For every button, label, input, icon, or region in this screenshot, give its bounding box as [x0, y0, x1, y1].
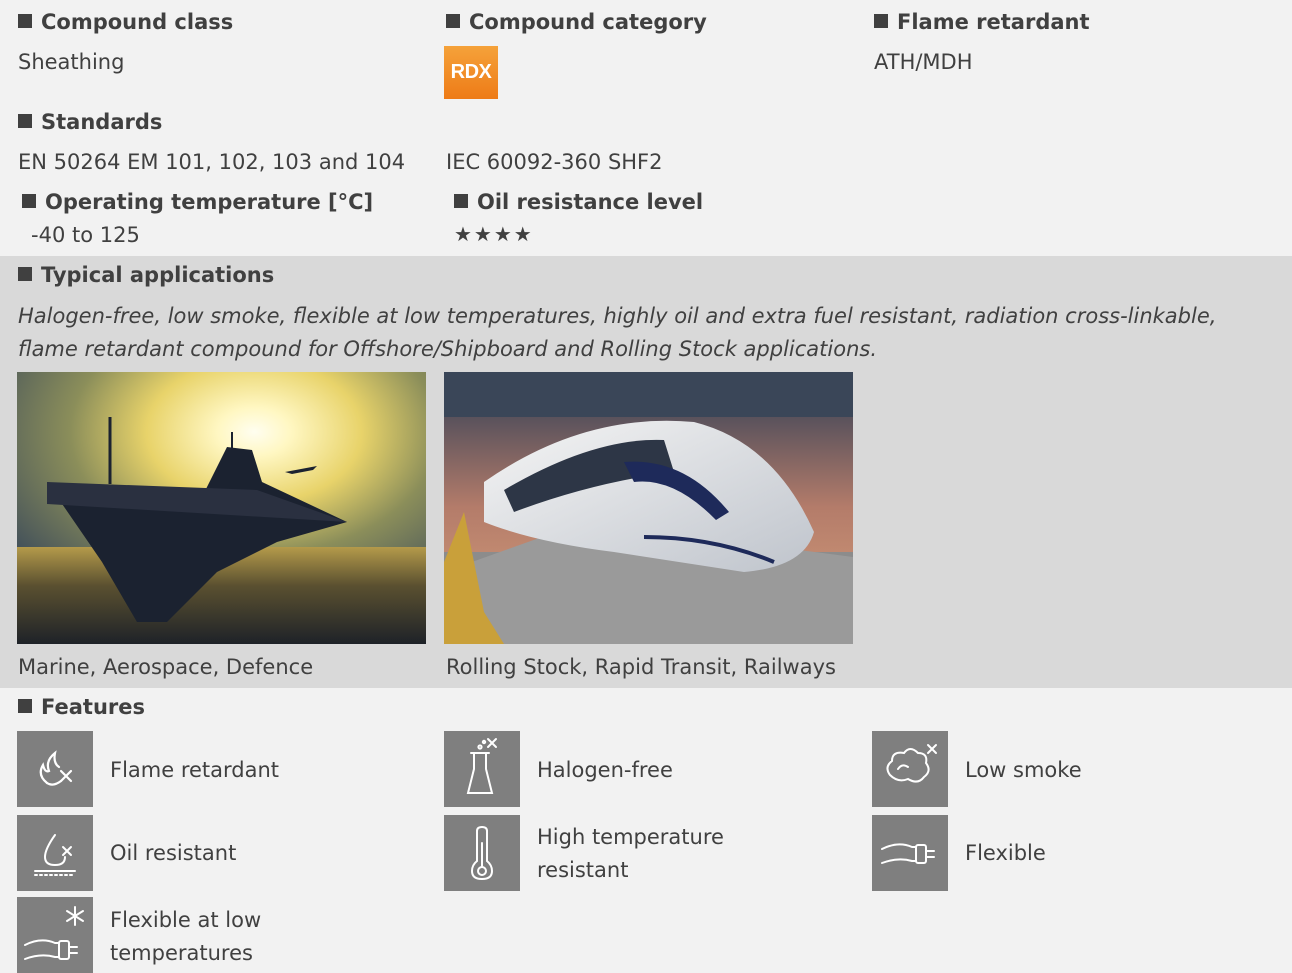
typical-applications-section: Typical applications Halogen-free, low s…	[0, 256, 1292, 688]
feature-label-flexible: Flexible	[965, 841, 1046, 865]
compound-category-heading: Compound category	[446, 10, 707, 34]
bullet-square-icon	[18, 699, 32, 713]
oil-resistance-label: Oil resistance level	[477, 190, 704, 214]
compound-class-value: Sheathing	[18, 50, 125, 74]
compound-class-label: Compound class	[41, 10, 234, 34]
description-line: Halogen-free, low smoke, flexible at low…	[18, 304, 1217, 328]
feature-label-line: resistant	[537, 858, 629, 882]
flame-retardant-icon	[17, 731, 93, 807]
flame-retardant-heading: Flame retardant	[874, 10, 1090, 34]
feature-label-flame-retardant: Flame retardant	[110, 758, 280, 782]
snowflake-cable-icon	[17, 897, 93, 973]
feature-label-line: High temperature	[537, 825, 724, 849]
feature-label-oil-resistant: Oil resistant	[110, 841, 237, 865]
flame-retardant-label: Flame retardant	[897, 10, 1090, 34]
photo-caption: Rolling Stock, Rapid Transit, Railways	[446, 655, 836, 679]
thermometer-icon	[444, 815, 520, 891]
operating-temperature-heading: Operating temperature [°C]	[22, 190, 373, 214]
feature-label-line: temperatures	[110, 941, 253, 965]
feature-label-line: Flexible at low	[110, 908, 262, 932]
bullet-square-icon	[446, 14, 460, 28]
warship-sunset-photo	[17, 372, 426, 644]
standard-item: IEC 60092-360 SHF2	[446, 150, 663, 174]
standards-heading: Standards	[18, 110, 162, 134]
flame-retardant-value: ATH/MDH	[874, 50, 973, 74]
standards-label: Standards	[41, 110, 163, 134]
bullet-square-icon	[18, 267, 32, 281]
bullet-square-icon	[22, 194, 36, 208]
compound-class-heading: Compound class	[18, 10, 233, 34]
feature-label-high-temperature: High temperature resistant	[537, 821, 724, 887]
standard-item: EN 50264 EM 101, 102, 103 and 104	[18, 150, 406, 174]
low-smoke-icon	[872, 731, 948, 807]
oil-resistance-stars: ★★★★	[454, 222, 534, 246]
oil-resistance-heading: Oil resistance level	[454, 190, 703, 214]
high-speed-train-illustration	[444, 372, 853, 644]
high-speed-train-photo	[444, 372, 853, 644]
photo-caption: Marine, Aerospace, Defence	[18, 655, 314, 679]
operating-temperature-value: -40 to 125	[31, 223, 140, 247]
feature-label-low-smoke: Low smoke	[965, 758, 1082, 782]
feature-label-flexible-low-temp: Flexible at low temperatures	[110, 904, 261, 970]
rdx-badge: RDX	[444, 46, 498, 99]
warship-sunset-illustration	[17, 372, 426, 644]
typical-applications-description: Halogen-free, low smoke, flexible at low…	[18, 300, 1216, 366]
description-line: flame retardant compound for Offshore/Sh…	[18, 337, 877, 361]
halogen-free-icon	[444, 731, 520, 807]
features-heading: Features	[18, 695, 145, 719]
feature-label-halogen-free: Halogen-free	[537, 758, 673, 782]
bullet-square-icon	[18, 14, 32, 28]
typical-applications-heading: Typical applications	[18, 263, 274, 287]
bullet-square-icon	[874, 14, 888, 28]
operating-temperature-label: Operating temperature [°C]	[45, 190, 374, 214]
oil-resistant-icon	[17, 815, 93, 891]
bullet-square-icon	[454, 194, 468, 208]
features-label: Features	[41, 695, 145, 719]
typical-applications-label: Typical applications	[41, 263, 275, 287]
compound-category-label: Compound category	[469, 10, 707, 34]
flexible-cable-icon	[872, 815, 948, 891]
bullet-square-icon	[18, 114, 32, 128]
